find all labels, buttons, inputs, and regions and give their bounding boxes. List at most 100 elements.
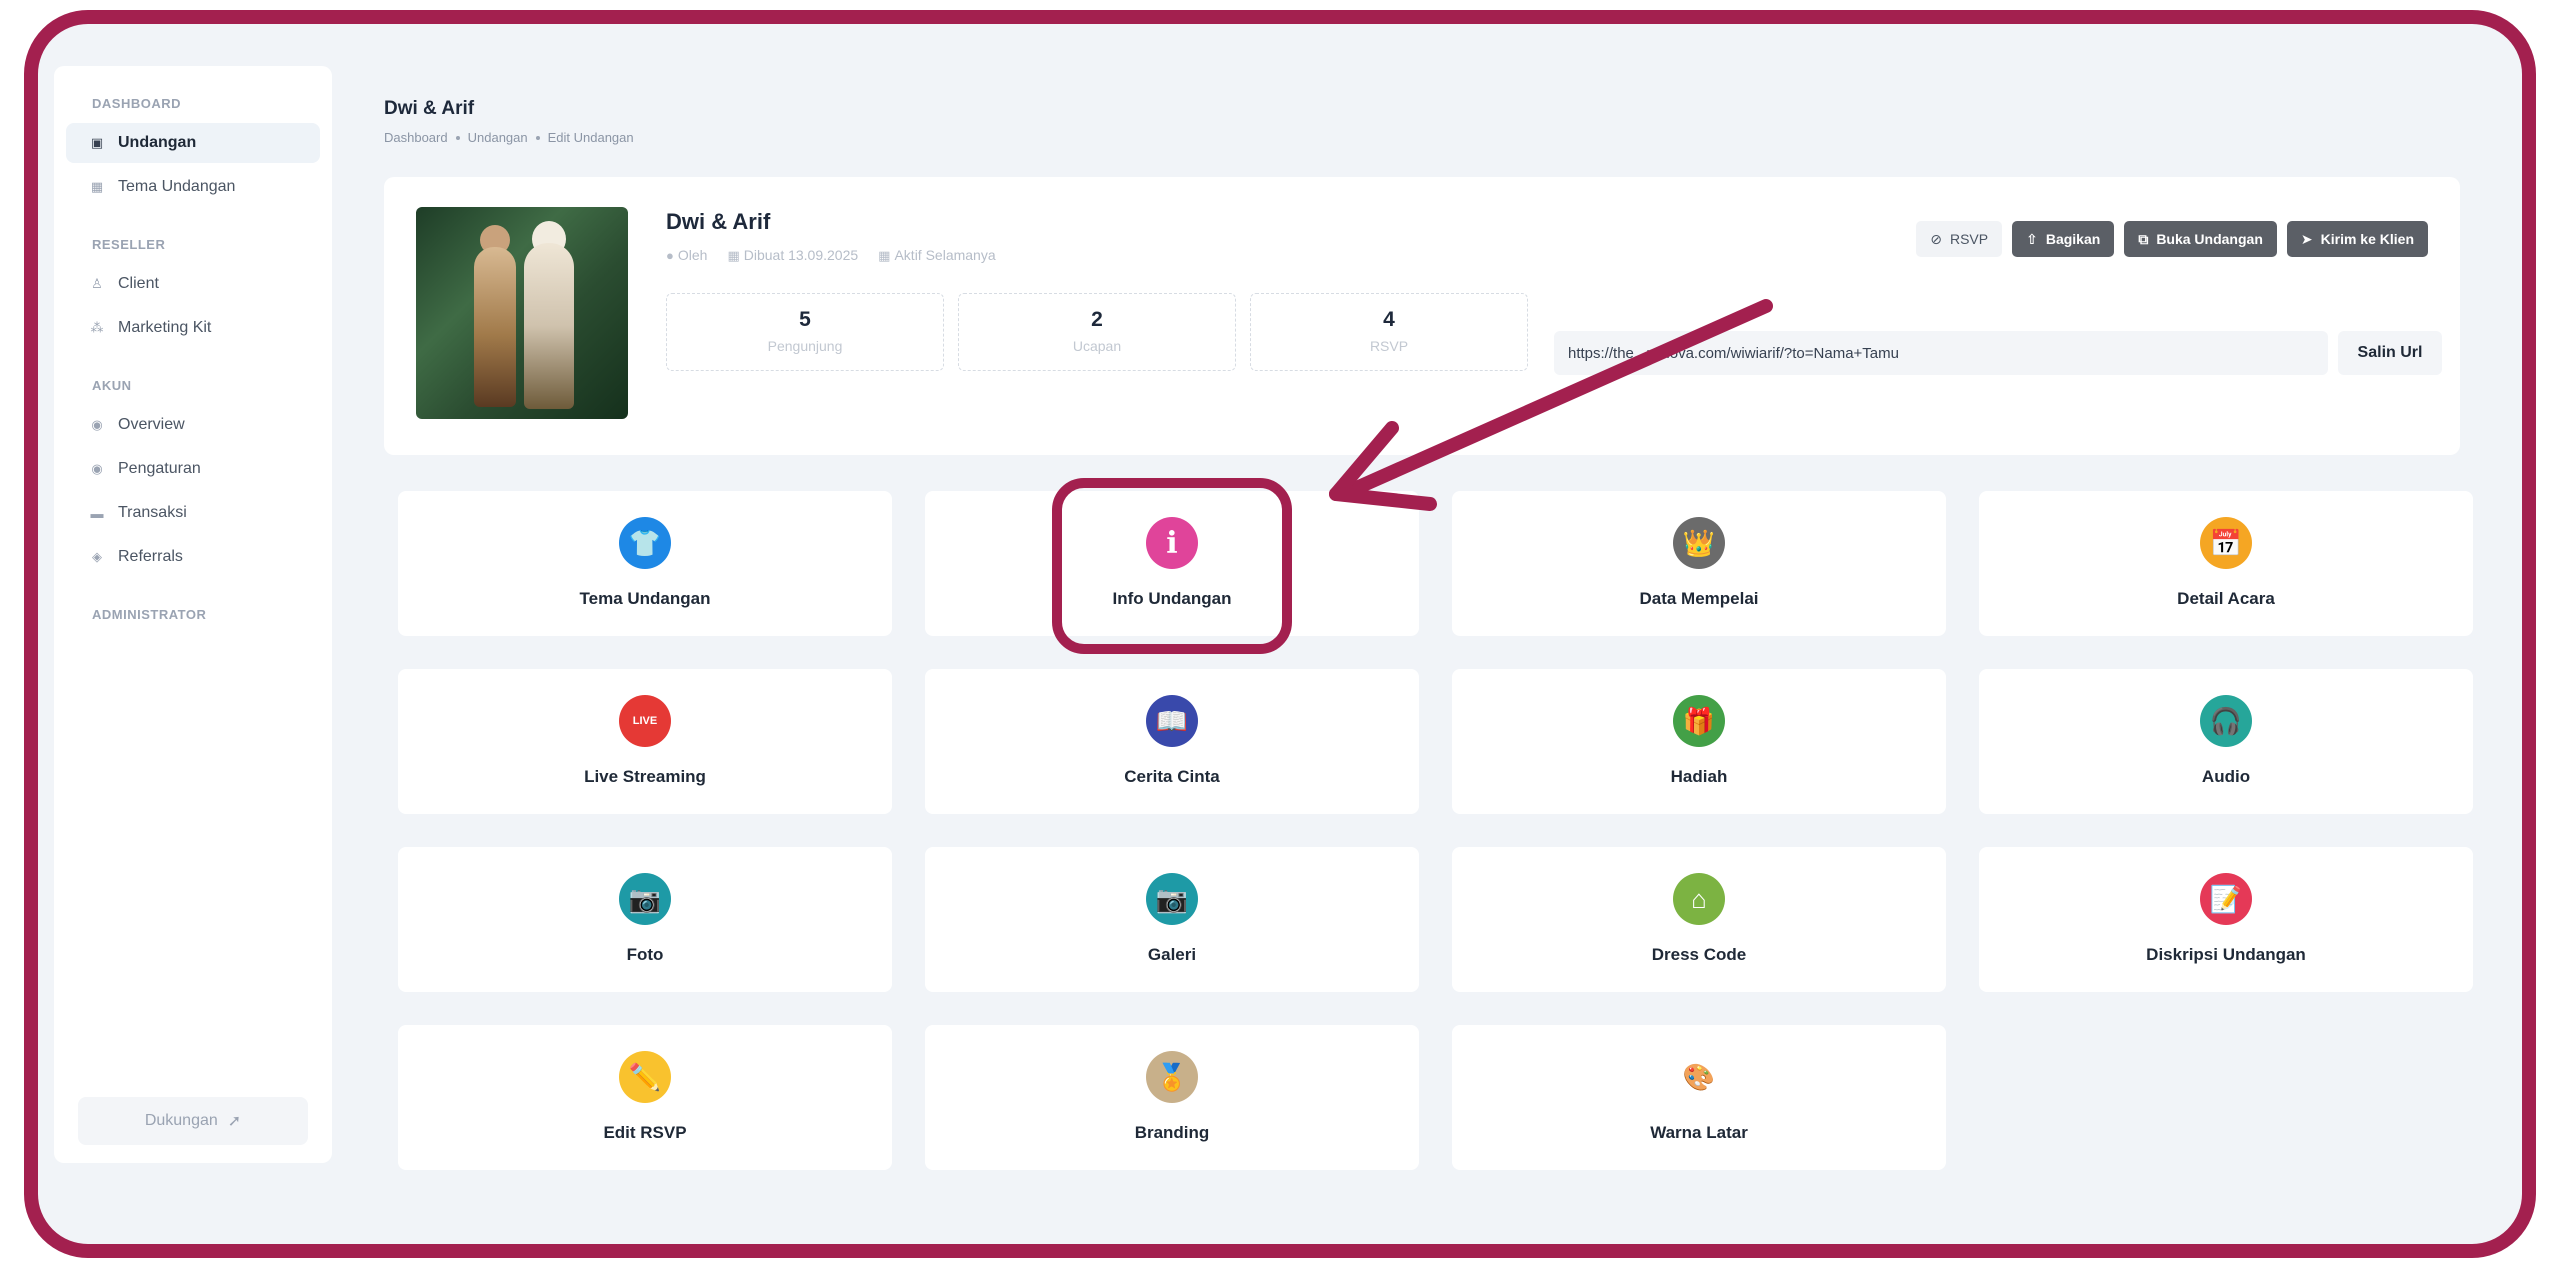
menu-tile-audio[interactable]: 🎧 Audio <box>1979 669 2473 814</box>
crowns-icon: 👑 <box>1673 517 1725 569</box>
menu-tile-label: Cerita Cinta <box>1124 767 1220 786</box>
stat-rsvp: 4 RSVP <box>1250 293 1528 371</box>
sidebar-item-overview[interactable]: ◉ Overview <box>66 405 320 445</box>
menu-tile-warna-latar[interactable]: 🎨 Warna Latar <box>1452 1025 1946 1170</box>
rsvp-label: RSVP <box>1949 231 1989 247</box>
calendar-small-icon: ▦ <box>727 248 740 263</box>
invitation-summary-card: Dwi & Arif ● Oleh ▦ Dibuat 13.09.2025 ▦ Akt… <box>384 177 2460 455</box>
headphones-icon: 🎧 <box>2200 695 2252 747</box>
open-label: Buka Undangan <box>2156 231 2263 247</box>
gallery-camera-icon: 📷 <box>1146 873 1198 925</box>
menu-tile-diskripsi-undangan[interactable]: 📝 Diskripsi Undangan <box>1979 847 2473 992</box>
send-to-client-button[interactable]: ➤ Kirim ke Klien <box>2286 221 2428 257</box>
menu-tile-label: Branding <box>1134 1123 1210 1142</box>
menu-tile-data-mempelai[interactable]: 👑 Data Mempelai <box>1452 491 1946 636</box>
meta-created: Dibuat 13.09.2025 <box>743 247 859 263</box>
stat-value: 4 <box>1383 308 1395 331</box>
menu-tile-label: Tema Undangan <box>579 589 711 608</box>
menu-tile-label: Edit RSVP <box>603 1123 687 1142</box>
open-invitation-button[interactable]: ⧉ Buka Undangan <box>2124 221 2277 257</box>
breadcrumb: Dashboard Undangan Edit Undangan <box>384 130 634 145</box>
menu-tile-detail-acara[interactable]: 📅 Detail Acara <box>1979 491 2473 636</box>
share-button[interactable]: ⇧ Bagikan <box>2012 221 2115 257</box>
camera-icon: 📷 <box>619 873 671 925</box>
sidebar-section-title: RESELLER <box>92 237 166 252</box>
sidebar-item-label: Client <box>118 275 159 292</box>
book-icon: 📖 <box>1146 695 1198 747</box>
menu-tile-edit-rsvp[interactable]: ✏️ Edit RSVP <box>398 1025 892 1170</box>
rsvp-icon: ⊘ <box>1930 230 1942 247</box>
gift-icon: 🎁 <box>1673 695 1725 747</box>
stat-label: Pengunjung <box>767 338 843 354</box>
copy-url-button[interactable]: Salin Url <box>2338 331 2442 375</box>
stats-row: 5 Pengunjung 2 Ucapan 4 RSVP <box>666 293 1528 371</box>
sidebar-item-label: Referrals <box>118 548 183 565</box>
calendar-icon: 📅 <box>2200 517 2252 569</box>
stat-label: Ucapan <box>1072 338 1122 354</box>
share-label: Bagikan <box>2045 231 2101 247</box>
breadcrumb-separator <box>535 135 540 140</box>
transaction-icon: ▬ <box>90 505 104 521</box>
referral-icon: ◈ <box>92 549 102 564</box>
menu-tile-label: Hadiah <box>1670 767 1728 786</box>
menu-tile-label: Warna Latar <box>1650 1123 1748 1142</box>
breadcrumb-separator <box>455 135 460 140</box>
invitation-name: Dwi & Arif <box>666 209 771 234</box>
send-label: Kirim ke Klien <box>2320 231 2414 247</box>
sidebar-section-title: AKUN <box>92 378 132 393</box>
sidebar-section-title: ADMINISTRATOR <box>92 607 207 622</box>
invitation-meta: ● Oleh ▦ Dibuat 13.09.2025 ▦ Aktif Selamany… <box>666 247 996 264</box>
feature-grid: 👕 Tema Undangan i Info Undangan 👑 Data Mempel… <box>398 491 2476 1170</box>
sidebar-item-marketing-kit[interactable]: ⁂ Marketing Kit <box>66 308 320 348</box>
stat-value: 2 <box>1091 308 1103 331</box>
overview-icon: ◉ <box>91 417 103 432</box>
sidebar-item-label: Undangan <box>118 134 197 151</box>
brand-badge-icon: 🏅 <box>1146 1051 1198 1103</box>
menu-tile-branding[interactable]: 🏅 Branding <box>925 1025 1419 1170</box>
user-icon: ● <box>666 248 674 263</box>
share-icon: ⇧ <box>2026 230 2038 247</box>
sidebar-item-tema-undangan[interactable]: ▦ Tema Undangan <box>66 167 320 207</box>
pencil-icon: ✏️ <box>619 1051 671 1103</box>
menu-tile-cerita-cinta[interactable]: 📖 Cerita Cinta <box>925 669 1419 814</box>
support-label: Dukungan <box>144 1112 218 1129</box>
live-icon: LIVE <box>619 695 671 747</box>
menu-tile-tema-undangan[interactable]: 👕 Tema Undangan <box>398 491 892 636</box>
menu-tile-live-streaming[interactable]: LIVE Live Streaming <box>398 669 892 814</box>
open-icon: ⧉ <box>2138 230 2149 247</box>
menu-tile-label: Info Undangan <box>1112 589 1232 608</box>
sidebar-item-undangan[interactable]: ▣ Undangan <box>66 123 320 163</box>
settings-icon: ◉ <box>91 461 103 476</box>
sidebar-item-label: Pengaturan <box>118 460 201 477</box>
hanger-icon: ⌂ <box>1673 873 1725 925</box>
palette-icon: 🎨 <box>1673 1051 1725 1103</box>
sidebar-item-label: Marketing Kit <box>118 319 212 336</box>
rocket-icon: ➚ <box>227 1113 242 1130</box>
meta-by: Oleh <box>677 247 708 263</box>
menu-tile-label: Detail Acara <box>2177 589 2275 608</box>
menu-tile-dress-code[interactable]: ⌂ Dress Code <box>1452 847 1946 992</box>
marketing-icon: ⁂ <box>90 320 104 335</box>
stat-visitors: 5 Pengunjung <box>666 293 944 371</box>
breadcrumb-dashboard[interactable]: Dashboard <box>384 130 448 145</box>
sidebar: DASHBOARD ▣ Undangan ▦ Tema Undangan RESELLER… <box>54 66 332 1163</box>
menu-tile-hadiah[interactable]: 🎁 Hadiah <box>1452 669 1946 814</box>
breadcrumb-undangan[interactable]: Undangan <box>468 130 528 145</box>
support-button[interactable]: Dukungan ➚ <box>78 1097 308 1145</box>
stat-label: RSVP <box>1369 338 1409 354</box>
rsvp-button[interactable]: ⊘ RSVP <box>1916 221 2003 257</box>
meta-status: Aktif Selamanya <box>894 247 996 263</box>
sidebar-item-pengaturan[interactable]: ◉ Pengaturan <box>66 449 320 489</box>
menu-tile-info-undangan[interactable]: i Info Undangan <box>925 491 1419 636</box>
sidebar-item-label: Tema Undangan <box>118 178 236 195</box>
sidebar-item-client[interactable]: ♙ Client <box>66 264 320 304</box>
stat-greetings: 2 Ucapan <box>958 293 1236 371</box>
document-icon: 📝 <box>2200 873 2252 925</box>
send-icon: ➤ <box>2300 230 2313 247</box>
menu-tile-foto[interactable]: 📷 Foto <box>398 847 892 992</box>
menu-tile-galeri[interactable]: 📷 Galeri <box>925 847 1419 992</box>
invitation-url-field[interactable]: https://the...ndilova.com/wiwiarif/?to=N… <box>1554 331 2328 375</box>
sidebar-item-transaksi[interactable]: ▬ Transaksi <box>66 493 320 533</box>
sidebar-item-referrals[interactable]: ◈ Referrals <box>66 537 320 577</box>
sidebar-item-label: Transaksi <box>118 504 187 521</box>
